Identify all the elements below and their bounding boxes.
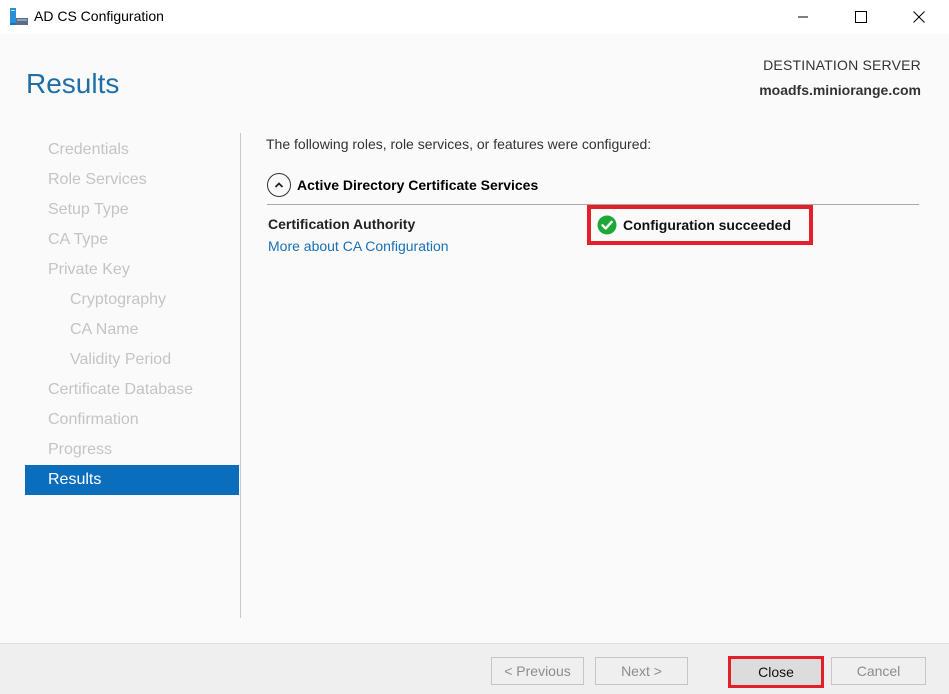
destination-server-label: DESTINATION SERVER	[763, 57, 921, 73]
destination-server-value: moadfs.miniorange.com	[759, 82, 921, 98]
previous-button[interactable]: < Previous	[491, 657, 584, 685]
close-icon	[913, 11, 925, 23]
maximize-icon	[855, 11, 867, 23]
sidebar-item-credentials[interactable]: Credentials	[25, 135, 239, 165]
ad-cs-configuration-window: AD CS Configuration Results DESTINATION …	[0, 0, 949, 694]
window-title: AD CS Configuration	[34, 8, 164, 24]
sidebar-divider	[240, 133, 241, 618]
title-bar: AD CS Configuration	[0, 0, 949, 34]
wizard-steps-sidebar: Credentials Role Services Setup Type CA …	[25, 135, 239, 495]
sidebar-item-progress[interactable]: Progress	[25, 435, 239, 465]
cancel-button[interactable]: Cancel	[831, 657, 926, 685]
success-check-icon	[597, 215, 617, 235]
sidebar-item-role-services[interactable]: Role Services	[25, 165, 239, 195]
close-button-highlight: Close	[728, 656, 824, 688]
status-text: Configuration succeeded	[623, 217, 792, 233]
sidebar-item-results[interactable]: Results	[25, 465, 239, 495]
section-header: Active Directory Certificate Services	[267, 173, 538, 197]
close-button[interactable]: Close	[731, 659, 821, 685]
section-title: Active Directory Certificate Services	[297, 177, 539, 193]
results-intro-text: The following roles, role services, or f…	[266, 136, 652, 152]
sidebar-item-cryptography[interactable]: Cryptography	[25, 285, 239, 315]
chevron-up-icon	[274, 182, 284, 188]
sidebar-item-private-key[interactable]: Private Key	[25, 255, 239, 285]
sidebar-item-confirmation[interactable]: Confirmation	[25, 405, 239, 435]
sidebar-item-ca-name[interactable]: CA Name	[25, 315, 239, 345]
role-name: Certification Authority	[268, 216, 416, 232]
server-manager-icon	[10, 8, 28, 25]
configuration-status: Configuration succeeded	[587, 205, 813, 245]
sidebar-item-ca-type[interactable]: CA Type	[25, 225, 239, 255]
more-about-ca-configuration-link[interactable]: More about CA Configuration	[268, 238, 449, 254]
minimize-icon	[798, 16, 808, 18]
minimize-button[interactable]	[780, 0, 826, 34]
sidebar-item-certificate-database[interactable]: Certificate Database	[25, 375, 239, 405]
maximize-button[interactable]	[838, 0, 884, 34]
sidebar-item-setup-type[interactable]: Setup Type	[25, 195, 239, 225]
sidebar-item-validity-period[interactable]: Validity Period	[25, 345, 239, 375]
collapse-section-button[interactable]	[267, 173, 291, 197]
next-button[interactable]: Next >	[595, 657, 688, 685]
page-title: Results	[26, 68, 120, 99]
window-close-button[interactable]	[896, 0, 942, 34]
